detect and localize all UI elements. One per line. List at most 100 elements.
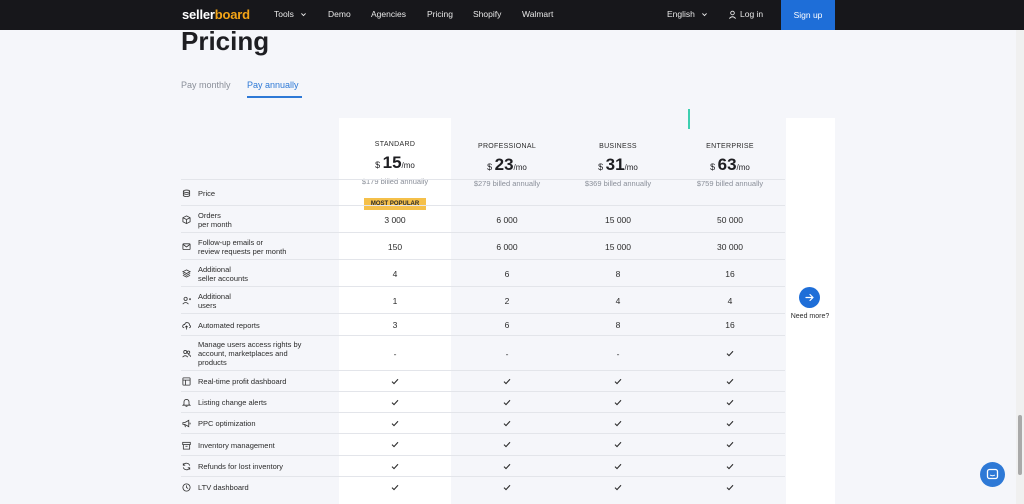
check-icon	[503, 441, 511, 448]
nav-demo[interactable]: Demo	[328, 9, 351, 19]
feature-value	[674, 419, 786, 429]
nav-tools[interactable]: Tools	[274, 9, 307, 19]
feature-value: 150	[387, 242, 403, 252]
nav-shopify[interactable]: Shopify	[473, 9, 501, 19]
check-icon	[726, 463, 734, 470]
check-icon	[726, 484, 734, 491]
chat-widget-button[interactable]	[980, 462, 1005, 487]
nav-walmart[interactable]: Walmart	[522, 9, 553, 19]
feature-value	[339, 377, 451, 387]
feature-value	[451, 440, 563, 450]
feature-row: Follow-up emails or review requests per …	[181, 232, 785, 259]
chevron-down-icon	[702, 13, 708, 17]
feature-value: 1	[392, 296, 398, 306]
feature-value: 15 000	[605, 242, 631, 252]
check-icon	[391, 463, 399, 470]
check-icon	[614, 378, 622, 385]
clock-icon	[182, 483, 191, 492]
need-more-label: Need more?	[790, 313, 830, 320]
chat-icon	[986, 468, 999, 480]
feature-row: Orders per month 3 000 6 000 15 000 50 000	[181, 205, 785, 232]
feature-value	[674, 440, 786, 450]
check-icon	[726, 441, 734, 448]
feature-label: Refunds for lost inventory	[198, 462, 284, 471]
feature-value: 6 000	[496, 215, 518, 225]
feature-value	[451, 419, 563, 429]
feature-value: 8	[615, 269, 621, 279]
top-navigation: sellerboard Tools Demo Agencies Pricing …	[0, 0, 1024, 30]
nav-tools-label: Tools	[274, 9, 294, 19]
nav-agencies[interactable]: Agencies	[371, 9, 406, 19]
scrollbar-thumb[interactable]	[1018, 415, 1022, 475]
feature-value	[674, 377, 786, 387]
sellerboard-logo[interactable]: sellerboard	[182, 7, 250, 22]
feature-value: 2	[504, 296, 510, 306]
check-icon	[726, 420, 734, 427]
chevron-down-icon	[301, 13, 307, 17]
feature-value	[339, 398, 451, 408]
login-link[interactable]: Log in	[728, 9, 763, 20]
price-icon	[182, 189, 191, 198]
add-user-icon	[182, 296, 191, 305]
check-icon	[614, 463, 622, 470]
bell-icon	[182, 399, 191, 407]
check-icon	[503, 484, 511, 491]
check-icon	[614, 441, 622, 448]
feature-value	[451, 377, 563, 387]
feature-row: Inventory management	[181, 433, 785, 455]
language-label: English	[667, 9, 695, 19]
dashboard-icon	[182, 377, 191, 386]
user-icon	[729, 10, 736, 20]
feature-value	[451, 483, 563, 493]
check-icon	[391, 378, 399, 385]
tab-pay-monthly[interactable]: Pay monthly	[181, 80, 231, 90]
feature-value: 4	[615, 296, 621, 306]
plan-price: $ 23/mo	[487, 155, 527, 174]
feature-label: Orders per month	[198, 211, 232, 229]
feature-row: Additional seller accounts 4 6 8 16	[181, 259, 785, 286]
feature-value: 8	[615, 320, 621, 330]
feature-label: Follow-up emails or review requests per …	[198, 238, 287, 256]
feature-value	[339, 483, 451, 493]
feature-row: Refunds for lost inventory	[181, 455, 785, 476]
language-selector[interactable]: English	[667, 9, 708, 19]
check-icon	[726, 350, 734, 357]
feature-row: Manage users access rights by account, m…	[181, 335, 785, 370]
arrow-right-icon	[805, 293, 814, 302]
feature-value	[339, 419, 451, 429]
plan-price: $ 15/mo	[375, 153, 415, 172]
feature-value	[339, 440, 451, 450]
feature-value: 16	[725, 320, 735, 330]
plan-price: $ 31/mo	[598, 155, 638, 174]
check-icon	[614, 420, 622, 427]
check-icon	[503, 399, 511, 406]
feature-value: -	[505, 349, 509, 359]
plan-name: BUSINESS	[599, 143, 637, 150]
nav-pricing[interactable]: Pricing	[427, 9, 453, 19]
check-icon	[503, 378, 511, 385]
check-icon	[391, 484, 399, 491]
megaphone-icon	[182, 419, 191, 428]
check-icon	[726, 378, 734, 385]
check-icon	[391, 399, 399, 406]
feature-label: Price	[198, 189, 216, 198]
feature-label: PPC optimization	[198, 419, 256, 428]
decorative-accent-bar	[688, 109, 690, 129]
check-icon	[503, 420, 511, 427]
signup-button[interactable]: Sign up	[781, 0, 835, 30]
page-scrollbar[interactable]	[1016, 30, 1024, 504]
need-more-button[interactable]	[799, 287, 820, 308]
feature-row: Listing change alerts	[181, 391, 785, 412]
feature-label: Listing change alerts	[198, 398, 267, 407]
feature-value	[451, 398, 563, 408]
users-icon	[182, 350, 191, 358]
check-icon	[503, 463, 511, 470]
feature-row: Additional users 1 2 4 4	[181, 286, 785, 313]
feature-value: 3	[392, 320, 398, 330]
tab-pay-annually[interactable]: Pay annually	[247, 80, 299, 90]
feature-value: 6 000	[496, 242, 518, 252]
feature-value	[562, 398, 674, 408]
feature-row: PPC optimization	[181, 412, 785, 433]
feature-value: 3 000	[384, 215, 406, 225]
feature-value	[674, 398, 786, 408]
